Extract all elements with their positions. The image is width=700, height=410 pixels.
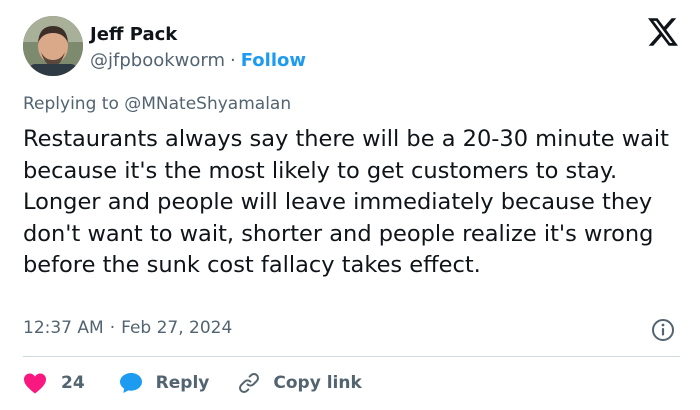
- reply-prefix: Replying to: [23, 94, 119, 114]
- like-button[interactable]: 24: [23, 372, 85, 394]
- author-handle[interactable]: @jfpbookworm: [90, 50, 225, 71]
- speech-bubble-icon: [119, 373, 142, 393]
- copy-link-label: Copy link: [273, 373, 362, 393]
- avatar-image: [23, 16, 83, 76]
- author-name[interactable]: Jeff Pack: [90, 24, 306, 46]
- follow-button[interactable]: Follow: [241, 50, 306, 71]
- heart-icon: [24, 373, 46, 394]
- handle-separator: ·: [230, 50, 236, 71]
- tweet-time: 12:37 AM: [23, 318, 104, 338]
- reply-mention[interactable]: @MNateShyamalan: [124, 94, 291, 114]
- copy-link-button[interactable]: Copy link: [237, 371, 362, 395]
- handle-line: @jfpbookworm · Follow: [90, 49, 306, 73]
- author-block: Jeff Pack @jfpbookworm · Follow: [90, 24, 306, 73]
- reply-label: Reply: [155, 373, 210, 393]
- divider: [23, 356, 680, 357]
- action-bar: 24 Reply Copy link: [23, 368, 362, 398]
- reply-context: Replying to @MNateShyamalan: [23, 94, 291, 114]
- avatar[interactable]: [23, 16, 83, 76]
- tweet-date: Feb 27, 2024: [121, 318, 233, 338]
- tweet-timestamp[interactable]: 12:37 AM · Feb 27, 2024: [23, 318, 232, 338]
- like-count: 24: [61, 373, 85, 393]
- info-icon[interactable]: [651, 318, 675, 342]
- link-icon: [239, 373, 260, 393]
- tweet-header: Jeff Pack @jfpbookworm · Follow: [23, 16, 683, 78]
- timestamp-separator: ·: [109, 318, 116, 338]
- tweet-text: Restaurants always say there will be a 2…: [23, 126, 669, 278]
- x-logo-icon[interactable]: [648, 18, 678, 46]
- reply-button[interactable]: Reply: [119, 372, 210, 394]
